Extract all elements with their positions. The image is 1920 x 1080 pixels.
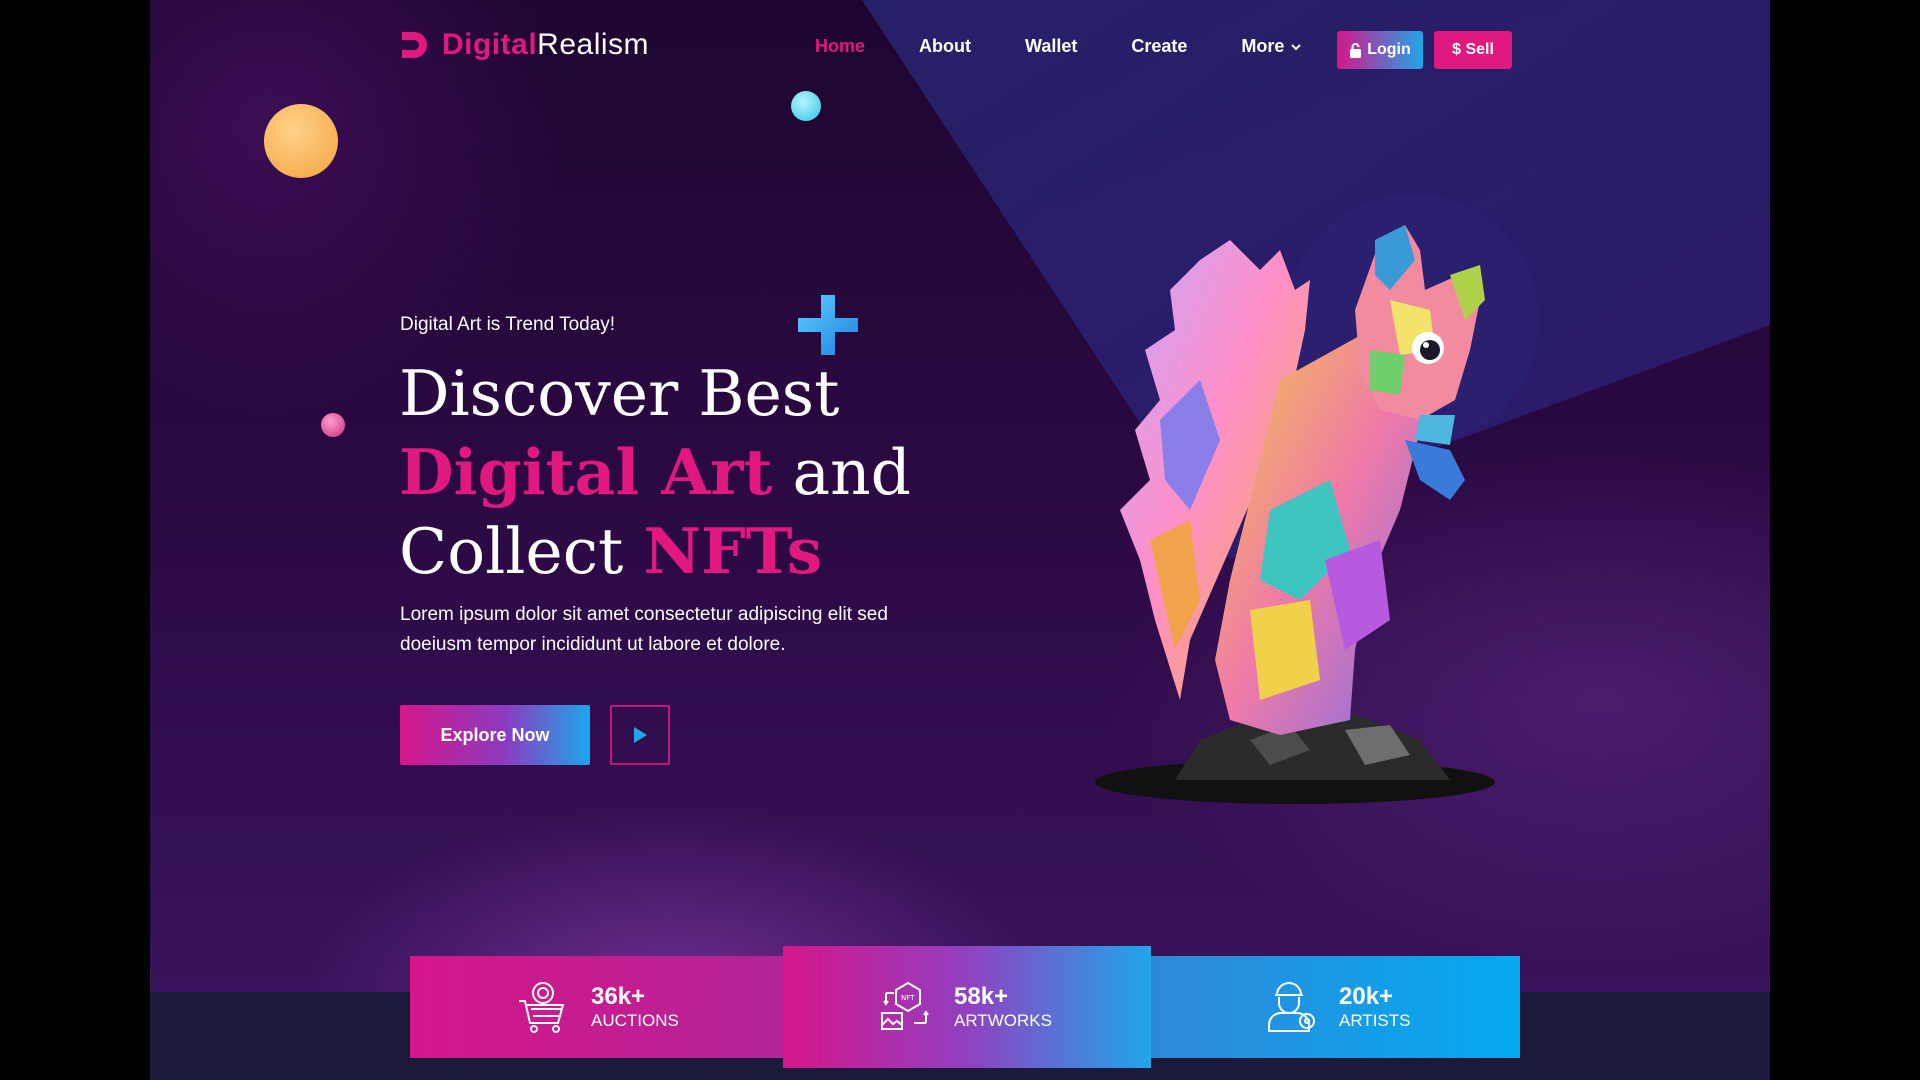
- stat-label: ARTWORKS: [954, 1011, 1052, 1030]
- svg-text:NFT: NFT: [901, 994, 915, 1002]
- hero-description: Lorem ipsum dolor sit amet consectetur a…: [400, 604, 888, 655]
- orange-orb: [264, 104, 338, 178]
- login-button[interactable]: Login: [1337, 31, 1423, 69]
- chevron-down-icon: [1291, 43, 1302, 50]
- nft-artwork-icon: NFT: [881, 981, 929, 1030]
- brand-name-part1: Digital: [442, 28, 538, 61]
- stat-value: 20k+: [1339, 983, 1394, 1010]
- headline-collect: Collect: [399, 515, 624, 588]
- headline-and: and: [792, 436, 912, 509]
- headline-accent-digital-art: Digital Art: [399, 435, 773, 509]
- brand-name-part2: Realism: [537, 28, 650, 61]
- nav-item-about[interactable]: About: [919, 36, 971, 57]
- lock-icon: [1350, 42, 1362, 58]
- stat-auctions: 36k+ AUCTIONS: [410, 956, 785, 1058]
- play-icon: [634, 727, 647, 743]
- logo-d-icon: [402, 32, 427, 58]
- explore-now-button[interactable]: Explore Now: [400, 705, 590, 765]
- sell-button[interactable]: $ Sell: [1434, 31, 1512, 69]
- explore-now-label: Explore Now: [440, 724, 550, 745]
- stat-value: 58k+: [954, 983, 1009, 1010]
- headline-line1: Discover Best: [399, 357, 840, 430]
- main-nav: Home About Wallet Create More: [815, 36, 1356, 57]
- auction-cart-icon: [519, 982, 565, 1033]
- nav-item-wallet[interactable]: Wallet: [1025, 36, 1077, 57]
- nav-item-label: More: [1241, 36, 1285, 56]
- artist-icon: [1268, 982, 1315, 1032]
- nav-item-label: Create: [1131, 36, 1188, 56]
- cyan-orb: [791, 91, 821, 121]
- nav-item-label: Home: [815, 36, 866, 56]
- headline-accent-nfts: NFTs: [643, 514, 823, 588]
- nav-item-label: Wallet: [1025, 36, 1078, 56]
- nav-item-more[interactable]: More: [1241, 36, 1302, 57]
- stat-artworks: NFT 58k+ ARTWORKS: [783, 946, 1151, 1068]
- nav-item-create[interactable]: Create: [1131, 36, 1187, 57]
- login-label: Login: [1367, 41, 1411, 58]
- hero-headline: Discover Best Digital Art and Collect NF…: [399, 355, 911, 591]
- stat-value: 36k+: [591, 983, 646, 1010]
- plus-shape: [798, 295, 858, 355]
- play-video-button[interactable]: [610, 705, 670, 765]
- hero-tagline: Digital Art is Trend Today!: [400, 314, 616, 335]
- nav-item-home[interactable]: Home: [815, 36, 865, 57]
- squirrel-artwork: [1095, 225, 1495, 804]
- stat-artists: 20k+ ARTISTS: [1148, 956, 1520, 1058]
- stat-label: ARTISTS: [1339, 1011, 1411, 1030]
- sell-label: $ Sell: [1452, 41, 1494, 58]
- brand-name: DigitalRealism: [442, 28, 649, 62]
- brand-logo[interactable]: DigitalRealism: [400, 28, 649, 62]
- stat-label: AUCTIONS: [591, 1011, 679, 1030]
- pink-orb: [321, 413, 345, 437]
- nav-item-label: About: [919, 36, 971, 56]
- hero-section: DigitalRealism Home About Wallet Create …: [150, 0, 1770, 1080]
